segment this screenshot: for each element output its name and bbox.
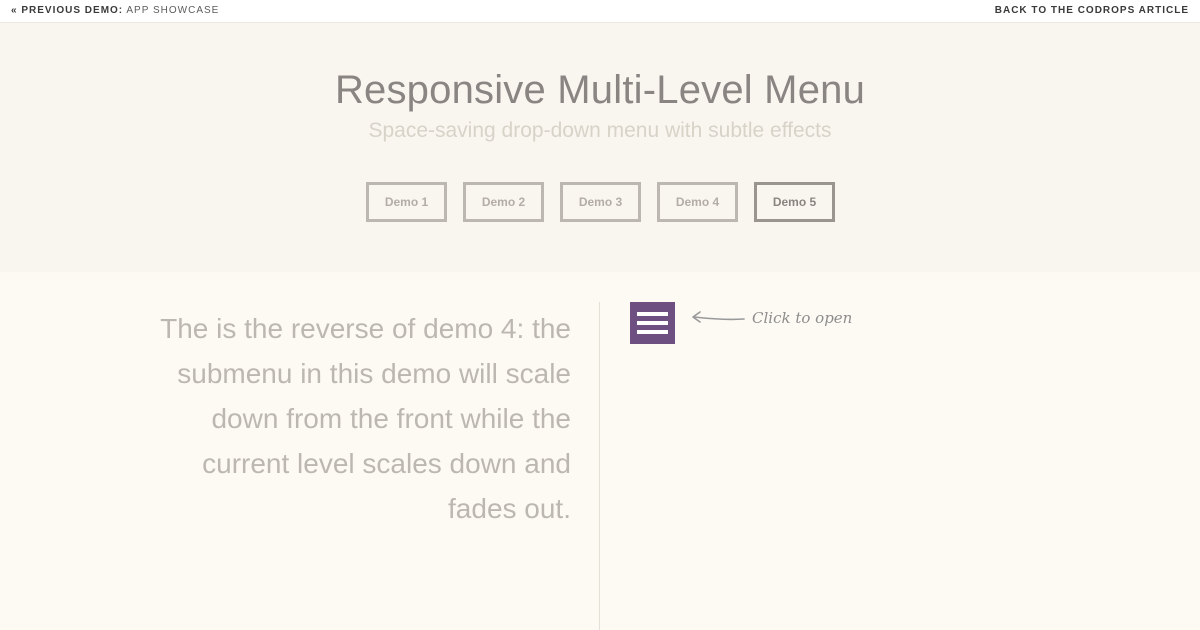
demo-1-button[interactable]: Demo 1	[366, 182, 447, 222]
demo-nav: Demo 1 Demo 2 Demo 3 Demo 4 Demo 5	[366, 182, 835, 222]
previous-demo-link[interactable]: « Previous Demo: App Showcase	[11, 5, 219, 16]
page-title: Responsive Multi-Level Menu	[334, 68, 866, 112]
demo-4-button[interactable]: Demo 4	[657, 182, 738, 222]
column-divider	[599, 302, 600, 630]
hamburger-icon	[637, 312, 668, 334]
demo-2-button[interactable]: Demo 2	[463, 182, 544, 222]
arrow-left-icon	[692, 311, 745, 323]
previous-demo-target: App Showcase	[126, 5, 220, 16]
page-subtitle: Space-saving drop-down menu with subtle …	[368, 119, 832, 142]
page-header: Responsive Multi-Level Menu Space-saving…	[0, 23, 1200, 272]
back-to-article-link[interactable]: Back to the Codrops Article	[995, 5, 1189, 16]
main-content: The is the reverse of demo 4: the submen…	[0, 272, 1200, 630]
demo-description: The is the reverse of demo 4: the submen…	[160, 313, 571, 524]
demo-3-button[interactable]: Demo 3	[560, 182, 641, 222]
demo-5-button[interactable]: Demo 5	[754, 182, 835, 222]
click-to-open-hint: Click to open	[752, 309, 853, 327]
top-bar: « Previous Demo: App Showcase Back to th…	[0, 0, 1200, 23]
menu-trigger-button[interactable]	[630, 302, 675, 344]
previous-demo-label: « Previous Demo:	[11, 5, 124, 16]
